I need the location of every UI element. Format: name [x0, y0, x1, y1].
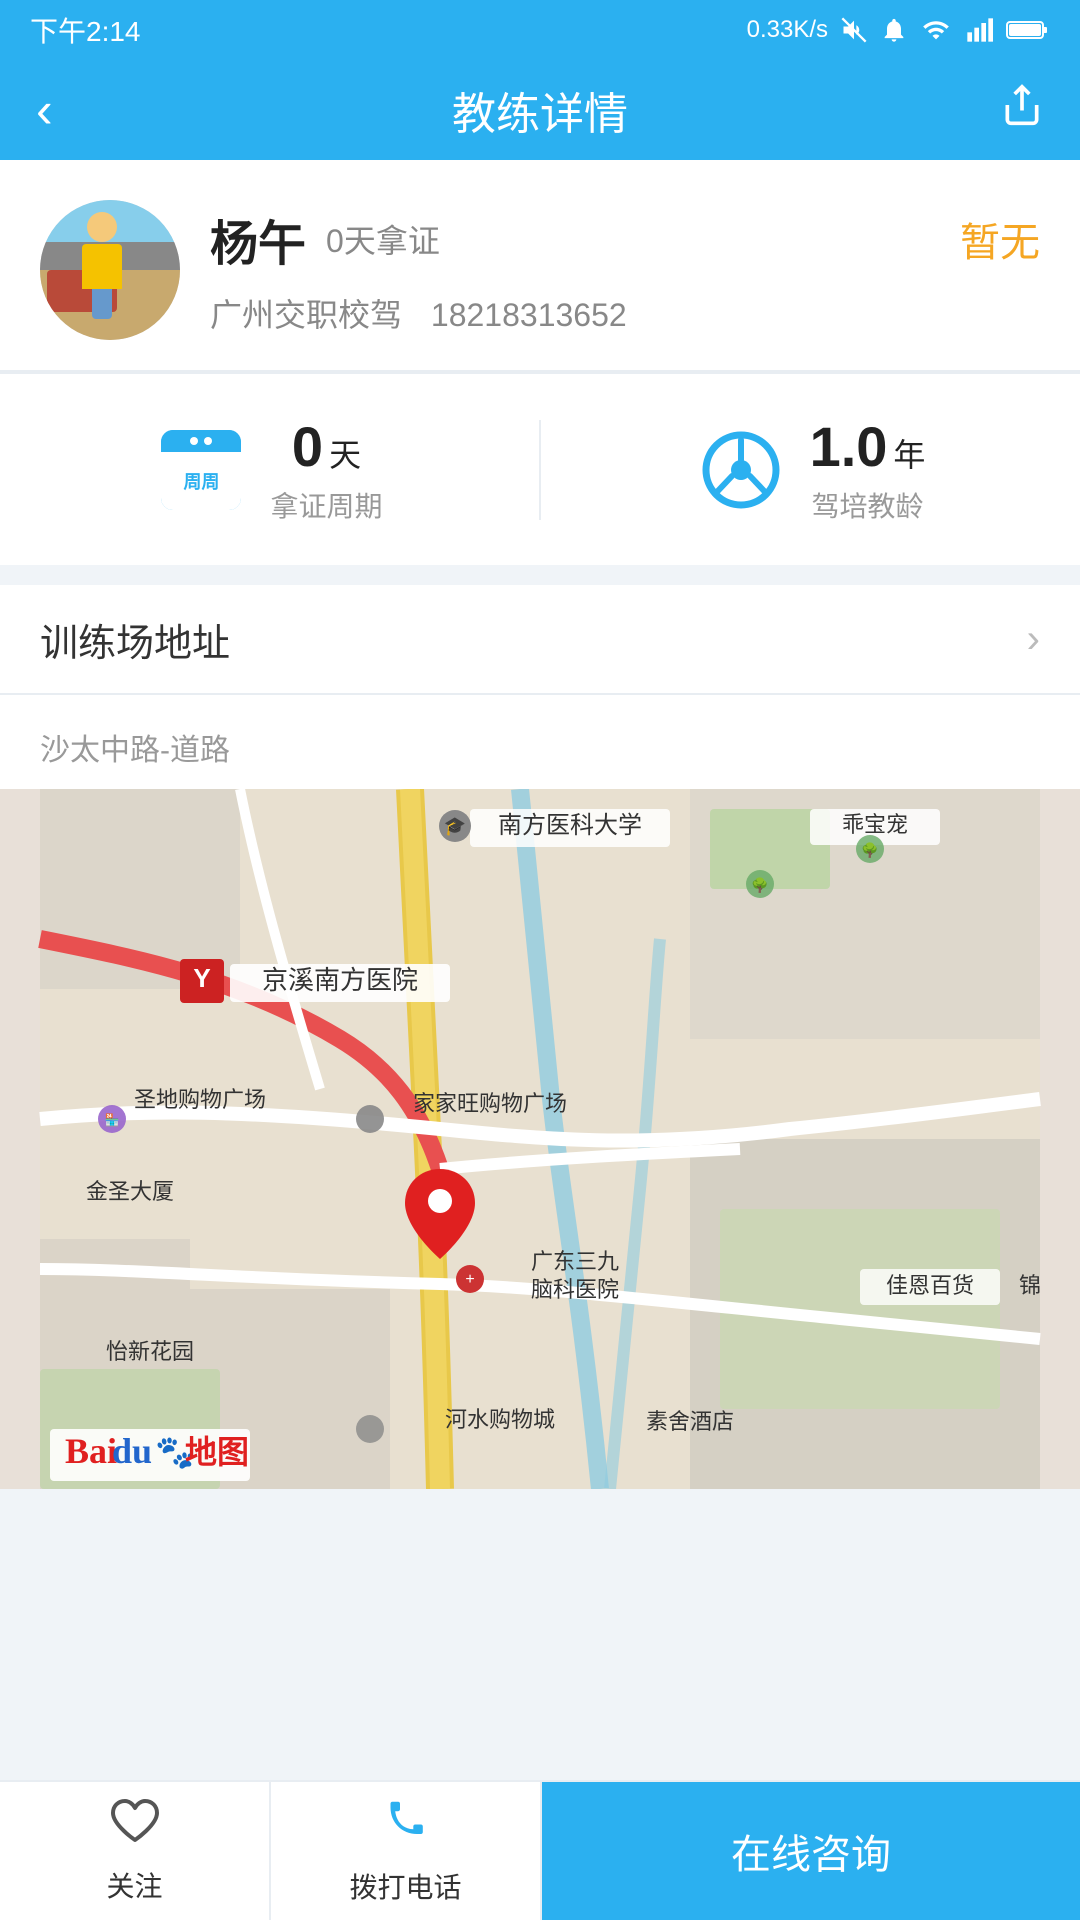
stat-driving-age: 1.0 年 驾培教龄 [541, 374, 1080, 565]
alarm-icon [880, 16, 908, 44]
avatar [40, 200, 180, 340]
svg-text:广东三九: 广东三九 [531, 1249, 619, 1274]
svg-text:+: + [465, 1271, 474, 1288]
status-time: 下午2:14 [30, 10, 141, 50]
wifi-icon [920, 16, 952, 44]
consult-label: 在线咨询 [731, 1822, 891, 1880]
status-icons: 0.33K/s [747, 16, 1050, 44]
svg-text:怡新花园: 怡新花园 [106, 1339, 194, 1364]
chevron-right-icon: › [1027, 617, 1040, 662]
svg-text:素舍酒店: 素舍酒店 [646, 1409, 734, 1434]
svg-text:京溪南方医院: 京溪南方医院 [262, 965, 418, 995]
svg-text:金圣大厦: 金圣大厦 [86, 1179, 174, 1204]
steering-icon-wrapper [696, 425, 786, 515]
header: ‹ 教练详情 [0, 60, 1080, 160]
svg-text:🌳: 🌳 [751, 876, 768, 894]
profile-info: 杨午 0天拿证 暂无 广州交职校驾 18218313652 [210, 204, 1040, 336]
mute-icon [840, 16, 868, 44]
stat-number-2: 1.0 [810, 414, 888, 479]
page-title: 教练详情 [452, 78, 628, 142]
profile-status: 暂无 [960, 210, 1040, 268]
school-name: 广州交职校驾 [210, 297, 402, 333]
stat-cert-period: 周周 0 天 拿证周期 [0, 374, 539, 565]
coach-name: 杨午 [210, 204, 306, 274]
svg-text:乖宝宠: 乖宝宠 [842, 812, 908, 837]
svg-text:河水购物城: 河水购物城 [445, 1407, 555, 1432]
share-button[interactable] [1000, 83, 1044, 138]
svg-text:🎓: 🎓 [444, 816, 466, 836]
calendar-icon-wrapper: 周周 [156, 425, 246, 515]
svg-text:南方医科大学: 南方医科大学 [498, 812, 642, 839]
stat-label-1: 拿证周期 [270, 485, 382, 525]
calendar-text: 周周 [183, 468, 219, 494]
map-location-label: 沙太中路-道路 [0, 725, 1080, 789]
bottom-bar: 关注 拨打电话 在线咨询 [0, 1780, 1080, 1920]
svg-text:Bai: Bai [65, 1431, 117, 1471]
stat-number-1: 0 [292, 414, 323, 479]
svg-text:家家旺购物广场: 家家旺购物广场 [413, 1091, 567, 1116]
call-label: 拨打电话 [349, 1866, 461, 1906]
calendar-icon: 周周 [161, 430, 241, 510]
svg-text:du: du [112, 1431, 152, 1471]
battery-icon [1006, 16, 1050, 44]
map-section: 沙太中路-道路 [0, 695, 1080, 1489]
phone-icon [381, 1796, 431, 1858]
follow-label: 关注 [106, 1865, 162, 1905]
svg-text:圣地购物广场: 圣地购物广场 [134, 1087, 266, 1112]
status-bar: 下午2:14 0.33K/s [0, 0, 1080, 60]
consult-button[interactable]: 在线咨询 [542, 1782, 1080, 1920]
stat-unit-1: 天 [329, 430, 361, 476]
heart-icon [109, 1797, 161, 1857]
address-section[interactable]: 训练场地址 › [0, 585, 1080, 695]
section-spacer-1 [0, 565, 1080, 585]
map-container[interactable]: 南方医科大学 🎓 乖宝宠 Y 京溪南方医院 🏪 圣地购物广场 家家旺购物广场 金… [0, 789, 1080, 1489]
phone-number: 18218313652 [431, 297, 627, 333]
svg-text:🌳: 🌳 [861, 841, 878, 859]
address-label: 训练场地址 [40, 612, 230, 667]
profile-card: 杨午 0天拿证 暂无 广州交职校驾 18218313652 [0, 160, 1080, 372]
svg-text:Y: Y [193, 963, 210, 993]
svg-text:脑科医院: 脑科医院 [531, 1277, 619, 1302]
back-button[interactable]: ‹ [36, 81, 53, 139]
call-button[interactable]: 拨打电话 [271, 1782, 542, 1920]
svg-text:锦: 锦 [1019, 1273, 1041, 1298]
stats-row: 周周 0 天 拿证周期 1. [0, 372, 1080, 565]
map-svg: 南方医科大学 🎓 乖宝宠 Y 京溪南方医院 🏪 圣地购物广场 家家旺购物广场 金… [0, 789, 1080, 1489]
signal-icon [964, 16, 994, 44]
follow-button[interactable]: 关注 [0, 1782, 271, 1920]
cert-days: 0天拿证 [326, 216, 440, 262]
speed-indicator: 0.33K/s [747, 16, 828, 44]
steering-wheel-icon [701, 430, 781, 510]
svg-text:地图: 地图 [185, 1434, 249, 1470]
svg-text:🏪: 🏪 [105, 1113, 120, 1127]
stat-unit-2: 年 [893, 430, 925, 476]
stat-label-2: 驾培教龄 [811, 485, 923, 525]
svg-text:佳恩百货: 佳恩百货 [886, 1273, 974, 1298]
